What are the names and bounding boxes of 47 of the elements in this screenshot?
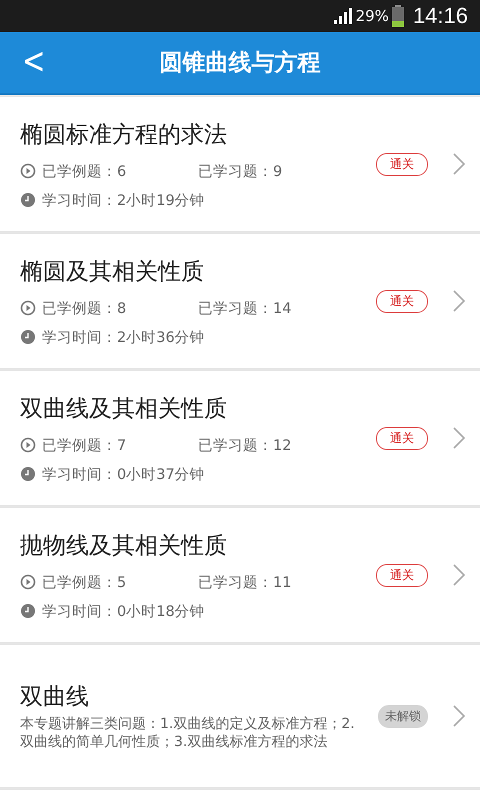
clock-time: 14:16 bbox=[412, 3, 468, 29]
battery-icon bbox=[392, 5, 404, 27]
topic-title: 双曲线 bbox=[20, 683, 90, 712]
exercises-count: 已学习题：12 bbox=[198, 436, 292, 454]
examples-count: 已学例题：8 bbox=[42, 300, 128, 318]
play-icon bbox=[20, 574, 36, 590]
clock-icon bbox=[20, 192, 36, 208]
play-icon bbox=[20, 300, 36, 316]
clock-icon bbox=[20, 603, 36, 619]
battery-percent: 29% bbox=[356, 7, 389, 25]
examples-count: 已学例题：7 bbox=[42, 436, 128, 454]
exercises-count: 已学习题：9 bbox=[198, 162, 282, 180]
topic-title: 双曲线及其相关性质 bbox=[20, 394, 228, 424]
chevron-right-icon bbox=[452, 289, 466, 313]
chevron-right-icon bbox=[452, 152, 466, 176]
page-title: 圆锥曲线与方程 bbox=[160, 49, 320, 78]
status-badge: 通关 bbox=[376, 564, 428, 586]
status-badge: 通关 bbox=[376, 426, 428, 450]
topic-card[interactable]: 椭圆标准方程的求法 已学例题：6 已学习题：9 学习时间：2小时19分钟 通关 bbox=[0, 97, 480, 231]
play-icon bbox=[20, 437, 36, 453]
signal-icon bbox=[332, 7, 353, 25]
exercises-count: 已学习题：11 bbox=[198, 574, 292, 592]
topic-card[interactable]: 双曲线 本专题讲解三类问题：1.双曲线的定义及标准方程；2.双曲线的简单几何性质；3.双曲线标准方程的求法 未解锁 bbox=[0, 645, 480, 787]
chevron-right-icon bbox=[452, 426, 466, 450]
back-button[interactable]: < bbox=[16, 39, 52, 82]
status-badge: 通关 bbox=[376, 290, 428, 312]
topic-title: 抛物线及其相关性质 bbox=[20, 532, 228, 560]
chevron-right-icon bbox=[452, 704, 466, 728]
chevron-right-icon bbox=[452, 563, 466, 587]
topic-card[interactable]: 双曲线及其相关性质 已学例题：7 已学习题：12 学习时间：0小时37分钟 通关 bbox=[0, 371, 480, 505]
status-badge: 未解锁 bbox=[378, 704, 428, 728]
study-time: 学习时间：0小时37分钟 bbox=[42, 466, 205, 484]
topic-title: 椭圆及其相关性质 bbox=[20, 258, 205, 286]
status-badge: 通关 bbox=[376, 152, 428, 176]
study-time: 学习时间：2小时19分钟 bbox=[42, 192, 205, 210]
topic-card[interactable]: 椭圆及其相关性质 已学例题：8 已学习题：14 学习时间：2小时36分钟 通关 bbox=[0, 234, 480, 368]
study-time: 学习时间：2小时36分钟 bbox=[42, 328, 205, 346]
exercises-count: 已学习题：14 bbox=[198, 300, 292, 318]
examples-count: 已学例题：6 bbox=[42, 162, 128, 180]
clock-icon bbox=[20, 329, 36, 345]
topic-card[interactable]: 抛物线及其相关性质 已学例题：5 已学习题：11 学习时间：0小时18分钟 通关 bbox=[0, 508, 480, 642]
study-time: 学习时间：0小时18分钟 bbox=[42, 602, 205, 620]
examples-count: 已学例题：5 bbox=[42, 574, 128, 592]
clock-icon bbox=[20, 466, 36, 482]
topic-title: 椭圆标准方程的求法 bbox=[20, 120, 228, 150]
topic-description: 本专题讲解三类问题：1.双曲线的定义及标准方程；2.双曲线的简单几何性质；3.双曲线标准方程的求法 bbox=[20, 716, 356, 751]
play-icon bbox=[20, 163, 36, 179]
